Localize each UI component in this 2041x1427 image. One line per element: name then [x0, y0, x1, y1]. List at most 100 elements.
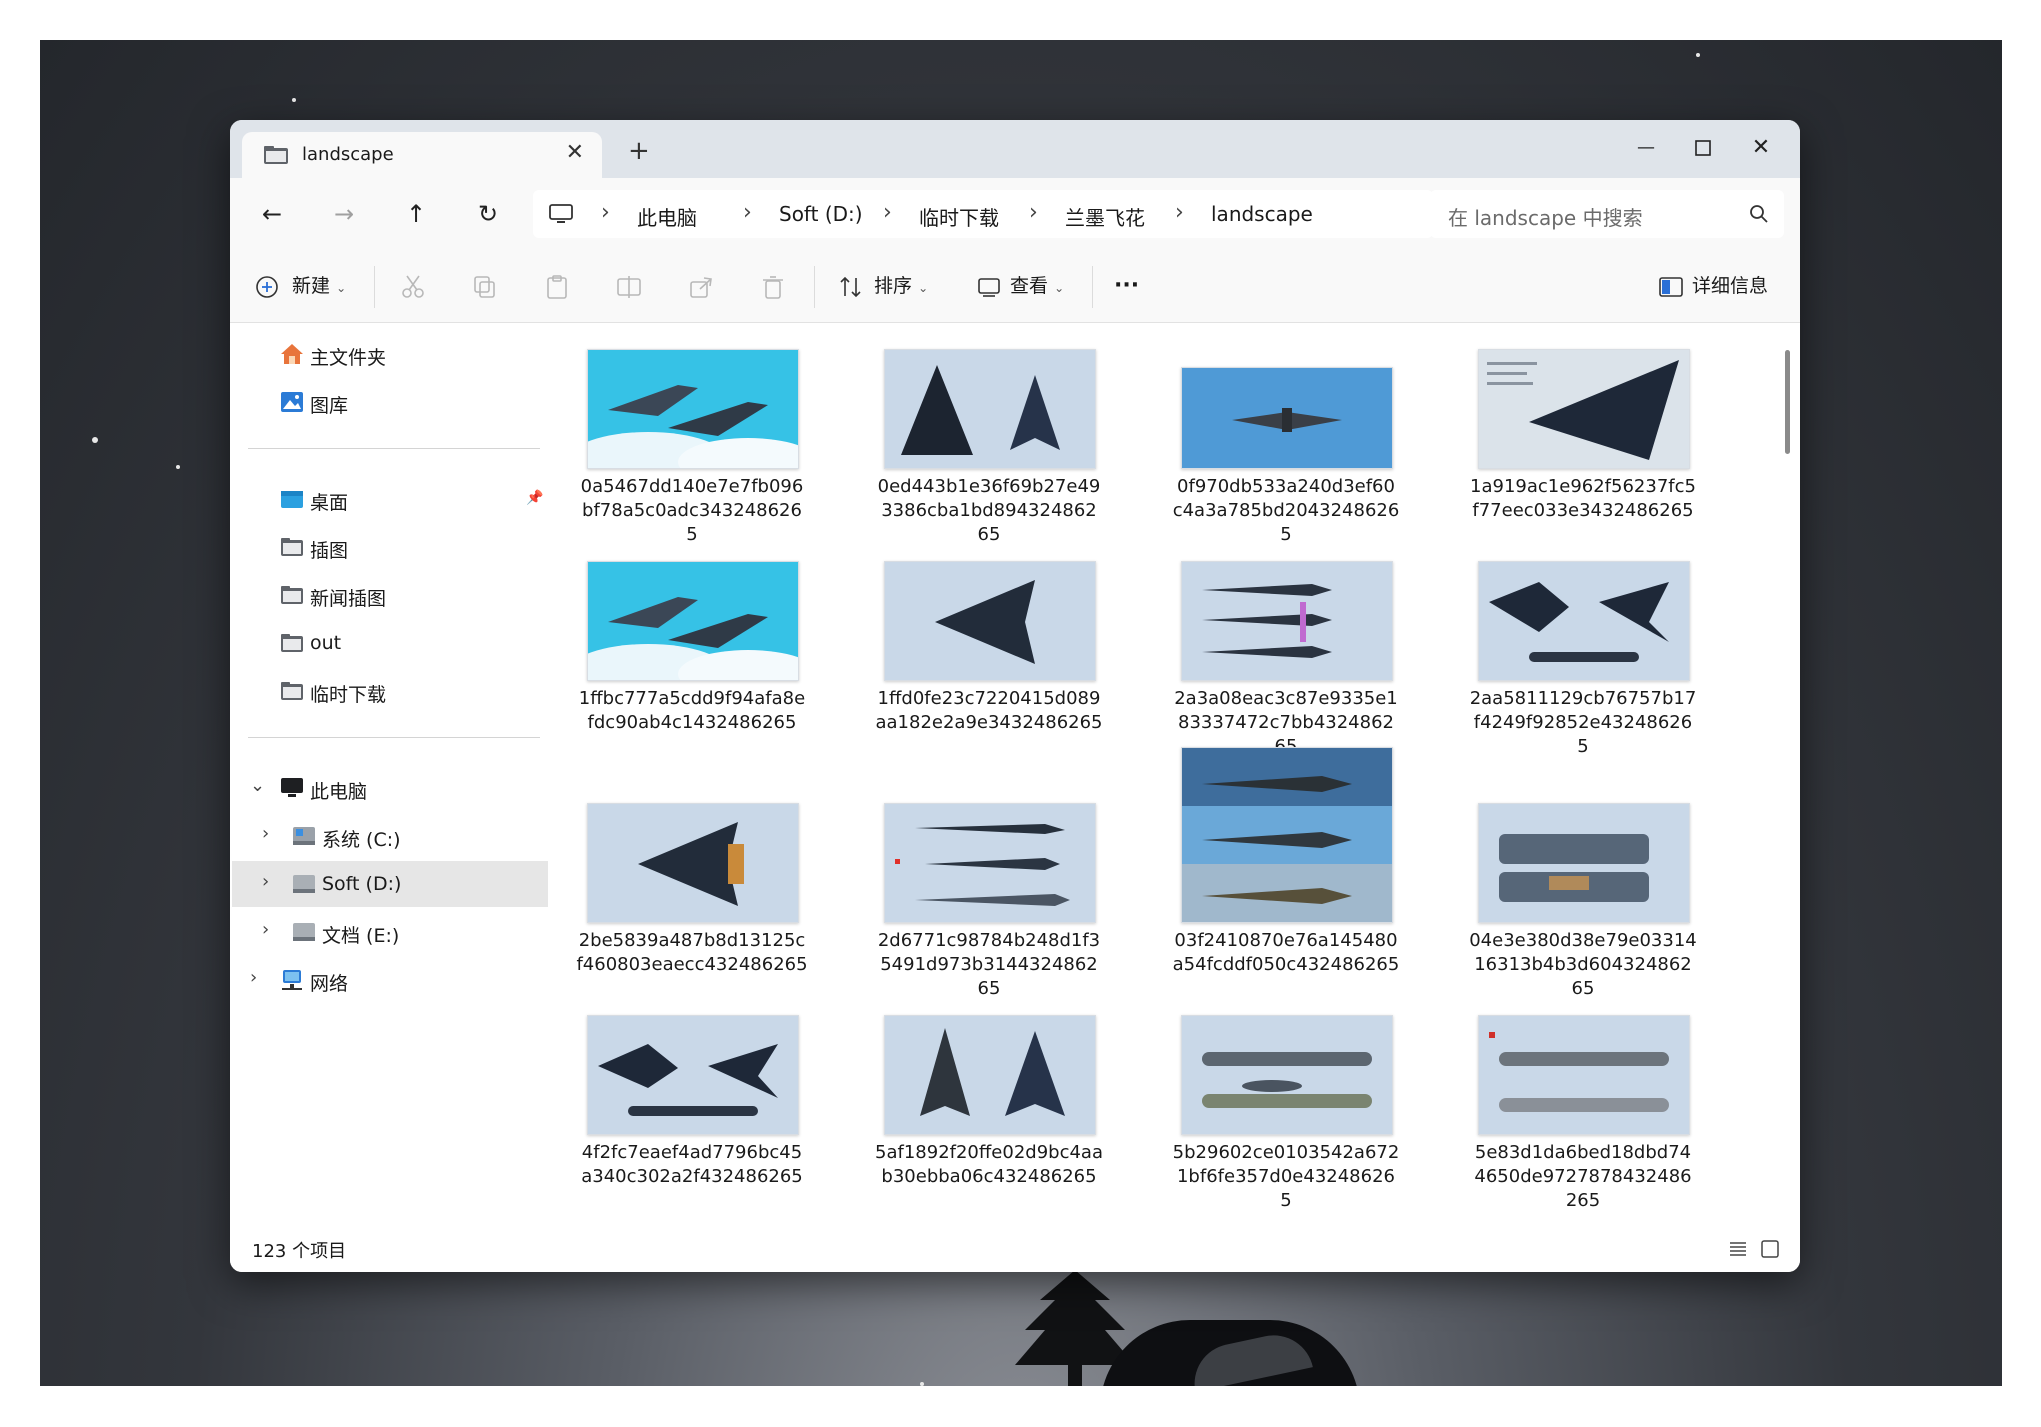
thumbnail-image — [1181, 367, 1393, 469]
address-bar[interactable]: › 此电脑 › Soft (D:) › 临时下载 › 兰墨飞花 › landsc… — [533, 190, 1433, 238]
sort-label: 排序 — [874, 275, 913, 297]
sort-icon — [840, 276, 861, 298]
delete-icon[interactable] — [760, 274, 786, 300]
search-placeholder: 在 landscape 中搜索 — [1448, 206, 1643, 230]
star — [92, 437, 98, 443]
tab-landscape[interactable]: landscape ✕ — [242, 132, 602, 178]
sidebar-item-gallery[interactable]: 图库 — [230, 379, 550, 425]
tab-close-button[interactable]: ✕ — [566, 140, 584, 165]
details-button[interactable]: 详细信息 — [1692, 272, 1768, 300]
scrollbar-thumb[interactable] — [1785, 350, 1790, 454]
sidebar-item-network[interactable]: › 网络 — [230, 957, 550, 1003]
sidebar-item-label: 网络 — [310, 973, 349, 995]
gallery-icon — [281, 392, 303, 412]
sort-button[interactable]: 排序 ⌄ — [874, 272, 928, 300]
sidebar-item-out[interactable]: out — [230, 620, 550, 666]
maximize-icon — [1695, 140, 1711, 156]
view-button[interactable]: 查看 ⌄ — [1010, 272, 1064, 300]
search-box[interactable]: 在 landscape 中搜索 — [1430, 190, 1784, 238]
search-icon — [1750, 205, 1768, 223]
back-button[interactable]: ← — [258, 200, 286, 228]
file-grid: 0a5467dd140e7e7fb096 bf78a5c0adc343248626… — [550, 323, 1780, 1225]
command-bar: 新建 ⌄ 排序 ⌄ 查看 ⌄ ··· 详细信息 — [230, 250, 1800, 323]
breadcrumb-lanmo-feihua[interactable]: 兰墨飞花 — [1065, 202, 1145, 231]
vertical-scrollbar[interactable] — [1780, 330, 1796, 1216]
sidebar-item-desktop[interactable]: 桌面 📌 — [230, 476, 550, 522]
close-button[interactable]: ✕ — [1738, 128, 1784, 168]
sidebar-item-docs-e[interactable]: › 文档 (E:) — [230, 909, 550, 955]
sidebar-item-home[interactable]: 主文件夹 — [230, 331, 550, 377]
file-name: 04e3e380d38e79e03314 16313b4b3d604324862 6… — [1469, 930, 1697, 999]
share-icon[interactable] — [688, 274, 714, 300]
chevron-down-icon: ⌄ — [918, 281, 929, 295]
new-tab-button[interactable]: + — [628, 138, 650, 164]
new-button[interactable]: 新建 ⌄ — [292, 272, 346, 300]
minimize-button[interactable]: — — [1623, 128, 1669, 168]
thumbnail-image — [587, 1015, 799, 1135]
blueprint-thumbnail — [885, 562, 1095, 680]
more-options-button[interactable]: ··· — [1114, 272, 1139, 300]
forward-button[interactable]: → — [330, 200, 358, 228]
copy-icon[interactable] — [472, 274, 498, 300]
cut-icon[interactable] — [400, 274, 426, 300]
thumbnail-image — [1478, 349, 1690, 469]
blueprint-thumbnail — [588, 1016, 798, 1134]
thumbnail-image — [1478, 803, 1690, 923]
file-name: 2aa5811129cb76757b17 f4249f92852e43248626… — [1469, 688, 1697, 757]
file-name: 5e83d1da6bed18dbd74 4650de9727878432486 26… — [1474, 1142, 1692, 1211]
chevron-right-icon[interactable]: › — [262, 871, 269, 892]
jet-front-thumbnail — [1182, 368, 1392, 468]
thumbnail-image — [1181, 747, 1393, 923]
chevron-right-icon[interactable]: › — [250, 967, 257, 988]
chevron-right-icon[interactable]: › — [262, 919, 269, 940]
file-name: 2be5839a487b8d13125c f460803eaecc43248626… — [576, 930, 808, 975]
breadcrumb-temp-download[interactable]: 临时下载 — [919, 202, 999, 231]
breadcrumb-soft-d[interactable]: Soft (D:) — [779, 202, 863, 226]
folder-icon — [281, 538, 303, 556]
sidebar-item-temp-download[interactable]: 临时下载 — [230, 668, 550, 714]
star — [920, 1382, 924, 1386]
chevron-down-icon: ⌄ — [336, 281, 347, 295]
chevron-down-icon[interactable]: ⌄ — [250, 775, 265, 796]
details-view-icon[interactable] — [1728, 1239, 1748, 1259]
chevron-right-icon[interactable]: › — [262, 823, 269, 844]
sidebar-item-news-illustrations[interactable]: 新闻插图 — [230, 572, 550, 618]
breadcrumb-landscape[interactable]: landscape — [1211, 202, 1313, 226]
rename-icon[interactable] — [616, 274, 642, 300]
thumbnail-image — [1478, 561, 1690, 681]
thumbnail-image — [884, 803, 1096, 923]
toolbar-divider — [814, 266, 815, 308]
blueprint-thumbnail — [885, 350, 1095, 468]
sidebar-item-this-pc[interactable]: ⌄ 此电脑 — [230, 765, 550, 811]
carrier-thumbnail — [1479, 804, 1689, 922]
sidebar-item-label: Soft (D:) — [322, 873, 402, 895]
file-name: 1ffd0fe23c7220415d089 aa182e2a9e343248626… — [875, 688, 1103, 733]
thumbnail-image — [884, 1015, 1096, 1135]
file-name: 1a919ac1e962f56237fc5 f77eec033e343248626… — [1470, 476, 1696, 521]
jet-thumbnail — [588, 350, 798, 468]
pin-icon[interactable]: 📌 — [526, 490, 543, 506]
view-icon — [978, 278, 1000, 297]
sidebar-item-system-c[interactable]: › 系统 (C:) — [230, 813, 550, 859]
file-name: 5af1892f20ffe02d9bc4aa b30ebba06c43248626… — [875, 1142, 1103, 1187]
paste-icon[interactable] — [544, 274, 570, 300]
thumbnail-image — [587, 803, 799, 923]
maximize-button[interactable] — [1680, 128, 1726, 168]
breadcrumb-separator: › — [883, 200, 892, 225]
home-icon — [281, 344, 303, 364]
refresh-button[interactable]: ↻ — [474, 200, 502, 228]
up-button[interactable]: ↑ — [402, 200, 430, 228]
computer-icon — [281, 778, 303, 797]
sidebar-item-soft-d[interactable]: › Soft (D:) — [232, 861, 548, 907]
large-icons-view-icon[interactable] — [1760, 1239, 1780, 1259]
sidebar-item-illustrations[interactable]: 插图 — [230, 524, 550, 570]
details-pane-icon — [1659, 277, 1683, 297]
network-icon — [282, 970, 302, 990]
file-name: 4f2fc7eaef4ad7796bc45 a340c302a2f43248626… — [581, 1142, 803, 1187]
file-name: 0a5467dd140e7e7fb096 bf78a5c0adc343248626… — [580, 476, 804, 545]
sidebar-item-label: out — [310, 632, 342, 654]
toolbar-divider — [374, 266, 375, 308]
file-name: 1ffbc777a5cdd9f94afa8e fdc90ab4c143248626… — [578, 688, 806, 733]
breadcrumb-this-pc[interactable]: 此电脑 — [637, 202, 697, 231]
file-name: 03f2410870e76a145480 a54fcddf050c43248626… — [1172, 930, 1400, 975]
